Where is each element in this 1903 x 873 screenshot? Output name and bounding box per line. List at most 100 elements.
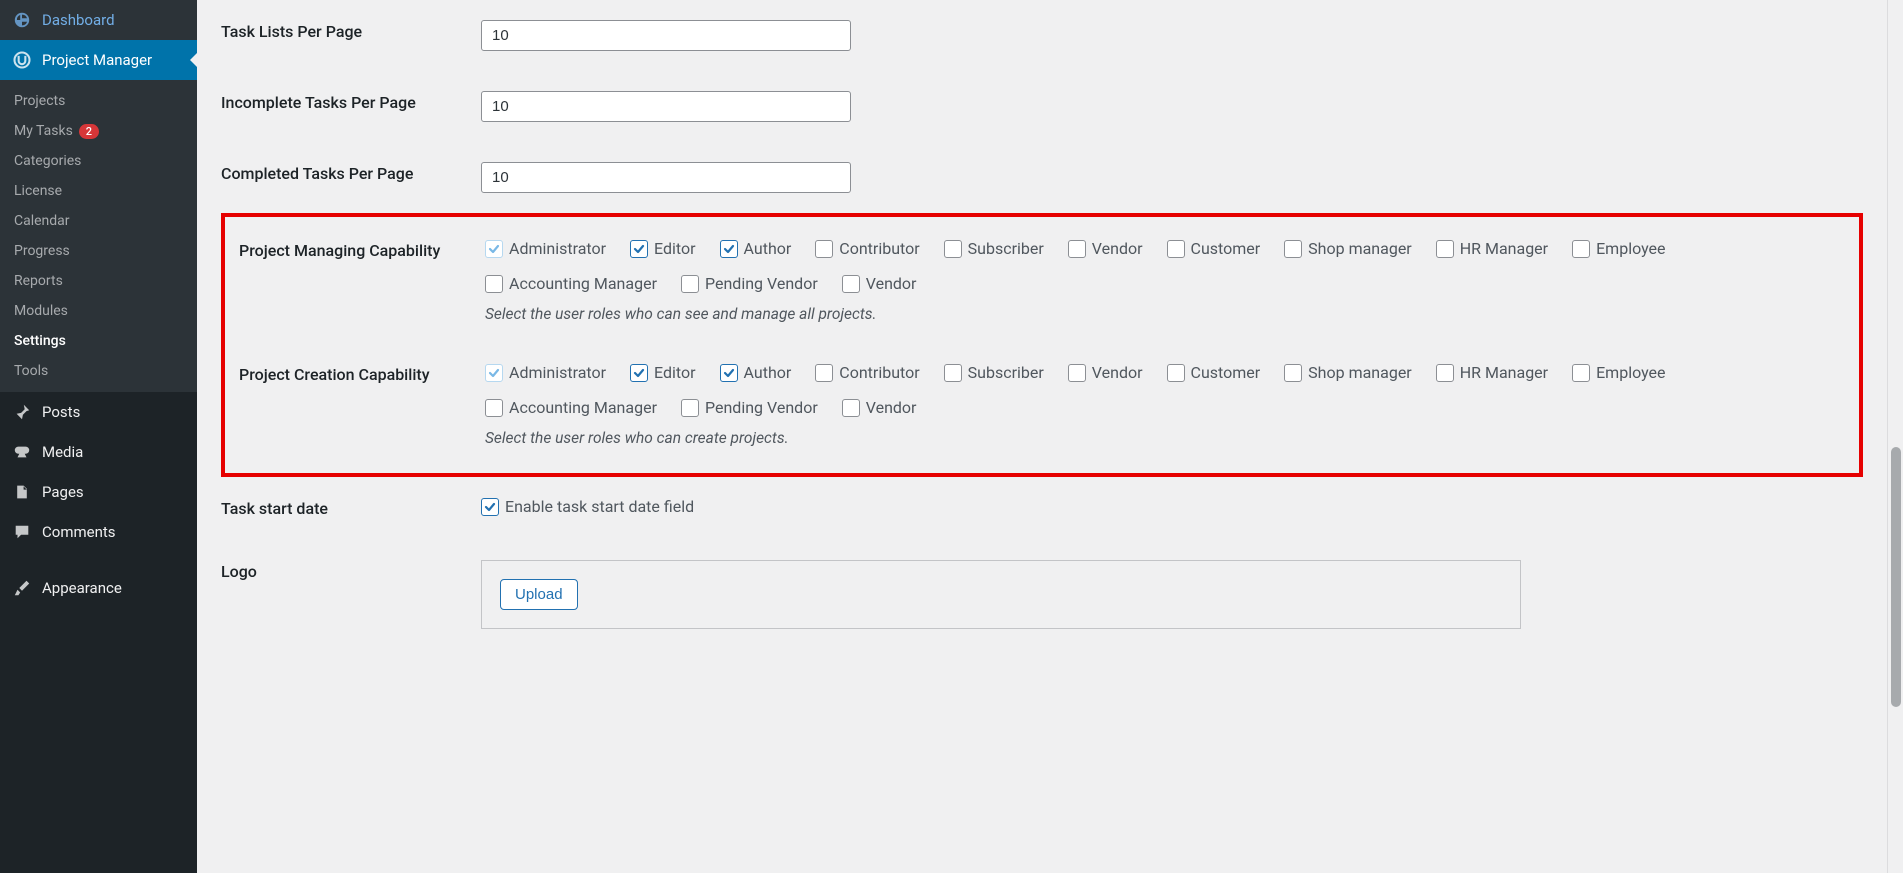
role-label: Contributor — [839, 239, 919, 258]
role-checkbox[interactable]: Editor — [630, 239, 695, 258]
checkbox-icon — [842, 275, 860, 293]
submenu-projects[interactable]: Projects — [0, 86, 197, 116]
role-label: HR Manager — [1460, 239, 1548, 258]
role-label: Subscriber — [968, 239, 1044, 258]
role-label: Customer — [1191, 363, 1261, 382]
checkbox-label: Enable task start date field — [505, 497, 694, 516]
checkbox-icon — [681, 275, 699, 293]
role-label: Shop manager — [1308, 239, 1412, 258]
role-checkbox[interactable]: Vendor — [1068, 239, 1143, 258]
label-completed-tasks-per-page: Completed Tasks Per Page — [221, 142, 481, 213]
role-checkbox[interactable]: Pending Vendor — [681, 274, 818, 293]
checkbox-icon — [1436, 364, 1454, 382]
upload-button[interactable]: Upload — [500, 579, 578, 610]
sidebar-item-posts[interactable]: Posts — [0, 392, 197, 432]
pm-icon — [12, 50, 32, 70]
roles-create-group: Administrator Editor Author Contributor Subs… — [485, 363, 1859, 417]
desc-create: Select the user roles who can create pro… — [485, 429, 1859, 447]
role-label: Vendor — [866, 274, 917, 293]
role-checkbox[interactable]: Employee — [1572, 363, 1665, 382]
role-checkbox[interactable]: Customer — [1167, 239, 1261, 258]
role-label: HR Manager — [1460, 363, 1548, 382]
role-checkbox[interactable]: Subscriber — [944, 239, 1044, 258]
highlighted-capabilities: Project Managing Capability Administrato… — [221, 213, 1863, 477]
role-checkbox[interactable]: Pending Vendor — [681, 398, 818, 417]
dashboard-icon — [12, 10, 32, 30]
submenu-categories[interactable]: Categories — [0, 146, 197, 176]
role-checkbox[interactable]: Employee — [1572, 239, 1665, 258]
role-checkbox[interactable]: Accounting Manager — [485, 274, 657, 293]
label-logo: Logo — [221, 540, 481, 649]
role-label: Employee — [1596, 239, 1665, 258]
role-checkbox: Administrator — [485, 363, 606, 382]
checkbox-icon — [485, 240, 503, 258]
roles-manage-group: AdministratorEditorAuthorContributorSubs… — [485, 239, 1859, 293]
role-checkbox[interactable]: Contributor — [815, 363, 919, 382]
submenu-my-tasks[interactable]: My Tasks 2 — [0, 116, 197, 146]
sidebar-item-comments[interactable]: Comments — [0, 512, 197, 552]
sidebar-label: Project Manager — [42, 51, 152, 69]
role-label: Pending Vendor — [705, 398, 818, 417]
role-checkbox[interactable]: Vendor — [842, 274, 917, 293]
sidebar-item-dashboard[interactable]: Dashboard — [0, 0, 197, 40]
checkbox-icon — [1284, 240, 1302, 258]
checkbox-icon — [485, 364, 503, 382]
sidebar-item-media[interactable]: Media — [0, 432, 197, 472]
page-icon — [12, 482, 32, 502]
scrollbar-thumb[interactable] — [1891, 447, 1901, 707]
label-incomplete-tasks-per-page: Incomplete Tasks Per Page — [221, 71, 481, 142]
badge-count: 2 — [79, 124, 99, 139]
role-checkbox[interactable]: Vendor — [842, 398, 917, 417]
role-label: Subscriber — [968, 363, 1044, 382]
role-checkbox[interactable]: Shop manager — [1284, 363, 1412, 382]
role-checkbox[interactable]: HR Manager — [1436, 363, 1548, 382]
role-label: Accounting Manager — [509, 274, 657, 293]
checkbox-task-start-date[interactable]: Enable task start date field — [481, 497, 694, 516]
role-checkbox[interactable]: Author — [720, 363, 792, 382]
sidebar-label: Pages — [42, 483, 84, 501]
role-checkbox[interactable]: Editor — [630, 363, 695, 382]
sidebar-item-appearance[interactable]: Appearance — [0, 568, 197, 608]
submenu-tools[interactable]: Tools — [0, 356, 197, 386]
desc-manage: Select the user roles who can see and ma… — [485, 305, 1859, 323]
sidebar-label: Dashboard — [42, 11, 115, 29]
sidebar-item-pages[interactable]: Pages — [0, 472, 197, 512]
role-label: Contributor — [839, 363, 919, 382]
role-checkbox[interactable]: Contributor — [815, 239, 919, 258]
sidebar-submenu: Projects My Tasks 2 Categories License C… — [0, 80, 197, 392]
checkbox-icon — [1068, 364, 1086, 382]
submenu-modules[interactable]: Modules — [0, 296, 197, 326]
role-checkbox[interactable]: Customer — [1167, 363, 1261, 382]
input-task-lists-per-page[interactable] — [481, 20, 851, 51]
submenu-progress[interactable]: Progress — [0, 236, 197, 266]
submenu-reports[interactable]: Reports — [0, 266, 197, 296]
role-checkbox[interactable]: Vendor — [1068, 363, 1143, 382]
label-task-start-date: Task start date — [221, 477, 481, 540]
scrollbar[interactable] — [1887, 0, 1903, 873]
role-label: Administrator — [509, 363, 606, 382]
role-checkbox[interactable]: Shop manager — [1284, 239, 1412, 258]
input-completed-tasks-per-page[interactable] — [481, 162, 851, 193]
role-label: Vendor — [866, 398, 917, 417]
role-checkbox[interactable]: HR Manager — [1436, 239, 1548, 258]
submenu-calendar[interactable]: Calendar — [0, 206, 197, 236]
role-label: Author — [744, 239, 792, 258]
checkbox-icon — [1167, 364, 1185, 382]
checkbox-icon — [944, 364, 962, 382]
submenu-settings[interactable]: Settings — [0, 326, 197, 356]
input-incomplete-tasks-per-page[interactable] — [481, 91, 851, 122]
checkbox-icon — [1068, 240, 1086, 258]
role-label: Editor — [654, 363, 695, 382]
role-label: Employee — [1596, 363, 1665, 382]
submenu-license[interactable]: License — [0, 176, 197, 206]
role-label: Vendor — [1092, 363, 1143, 382]
sidebar-item-project-manager[interactable]: Project Manager — [0, 40, 197, 80]
admin-sidebar: Dashboard Project Manager Projects My Ta… — [0, 0, 197, 873]
role-checkbox[interactable]: Accounting Manager — [485, 398, 657, 417]
role-checkbox[interactable]: Author — [720, 239, 792, 258]
comment-icon — [12, 522, 32, 542]
label-project-managing-capability: Project Managing Capability — [225, 219, 485, 343]
role-label: Pending Vendor — [705, 274, 818, 293]
role-checkbox[interactable]: Subscriber — [944, 363, 1044, 382]
checkbox-icon — [1572, 364, 1590, 382]
